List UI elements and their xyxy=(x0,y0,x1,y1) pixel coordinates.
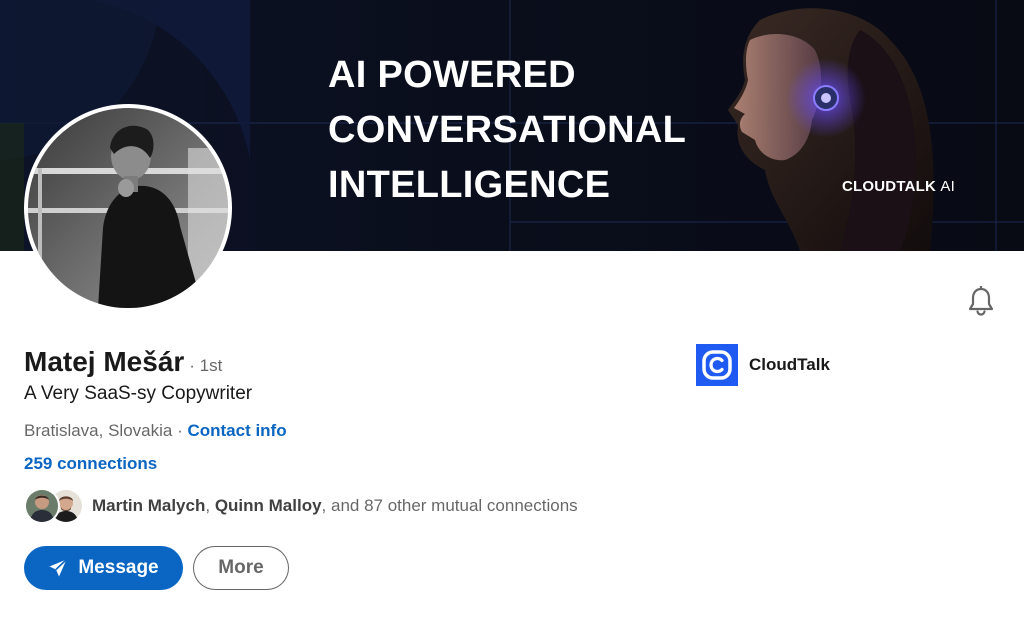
profile-headline: A Very SaaS-sy Copywriter xyxy=(24,383,253,404)
banner-brand-logo: CLOUDTALK AI xyxy=(842,178,955,195)
company-name: CloudTalk xyxy=(749,355,830,374)
profile-location: Bratislava, Slovakia xyxy=(24,421,173,440)
mutual-connections-text: Martin Malych, Quinn Malloy, and 87 othe… xyxy=(92,496,578,516)
message-button[interactable]: Message xyxy=(24,546,183,590)
mutual-connections-row[interactable]: Martin Malych, Quinn Malloy, and 87 othe… xyxy=(24,488,578,524)
banner-brand-suffix: AI xyxy=(940,178,955,195)
contact-info-link[interactable]: Contact info xyxy=(187,421,286,440)
mutual-avatar-1 xyxy=(24,488,60,524)
profile-card: AI POWERED CONVERSATIONAL INTELLIGENCE C… xyxy=(0,0,1024,618)
connection-degree: · 1st xyxy=(189,356,223,375)
banner-headline-line-1: AI POWERED xyxy=(328,54,576,96)
mutual-avatars xyxy=(24,488,84,524)
mutual-name-2: Quinn Malloy xyxy=(214,496,322,515)
connections-link[interactable]: 259 connections xyxy=(24,454,157,474)
more-button[interactable]: More xyxy=(193,546,289,590)
banner-headline: AI POWERED CONVERSATIONAL INTELLIGENCE xyxy=(328,48,686,213)
profile-avatar[interactable] xyxy=(24,104,232,312)
send-icon xyxy=(49,558,68,577)
current-company[interactable]: CloudTalk xyxy=(696,344,830,386)
banner-brand-name: CLOUDTALK xyxy=(842,178,937,195)
mutual-suffix: , and 87 other mutual connections xyxy=(321,496,578,515)
avatar xyxy=(26,490,58,522)
profile-name: Matej Mešár xyxy=(24,346,185,377)
bell-icon xyxy=(968,286,994,316)
location-separator: · xyxy=(172,421,188,440)
cloudtalk-logo-icon xyxy=(696,344,738,386)
company-logo-mark xyxy=(702,350,732,380)
mutual-name-1: Martin Malych xyxy=(92,496,206,515)
mutual-separator: , xyxy=(205,496,215,515)
location-row: Bratislava, Slovakia · Contact info xyxy=(24,421,287,441)
name-row: Matej Mešár · 1st xyxy=(24,346,222,378)
banner-headline-line-2: CONVERSATIONAL xyxy=(328,109,687,151)
message-button-label: Message xyxy=(78,557,159,578)
profile-photo xyxy=(28,108,228,308)
banner-headline-line-3: INTELLIGENCE xyxy=(328,164,611,206)
notify-bell-button[interactable] xyxy=(962,282,1000,320)
